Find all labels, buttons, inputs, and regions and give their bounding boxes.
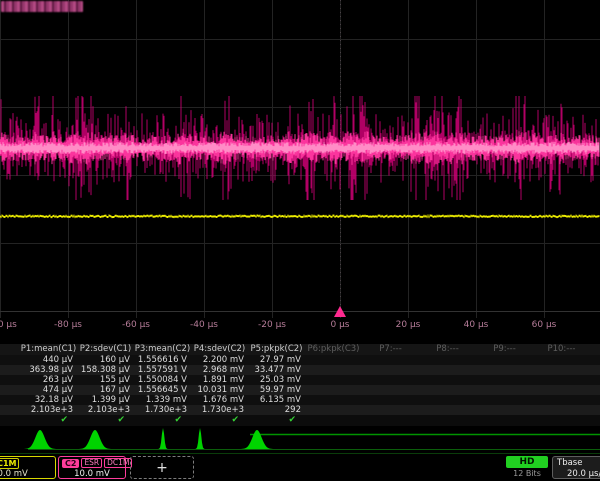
measure-value-cell: 1.339 mV: [134, 395, 191, 405]
measure-value-cell: 160 µV: [77, 355, 134, 365]
measure-stat-row: 32.18 µV1.399 µV1.339 mV1.676 mV6.135 mV: [0, 395, 600, 405]
measure-param-header-1[interactable]: P1:mean(C1): [20, 344, 77, 355]
histicon-shape: [24, 430, 56, 449]
measure-status-check-icon: ✔: [77, 415, 134, 426]
measure-stat-row: 363.98 µV158.308 µV1.557591 V2.968 mV33.…: [0, 365, 600, 375]
measure-param-header-7[interactable]: P7:---: [362, 344, 419, 355]
measure-param-header-4[interactable]: P4:sdev(C2): [191, 344, 248, 355]
histicon-p1[interactable]: [24, 430, 56, 449]
measure-value-cell: 1.557591 V: [134, 365, 191, 375]
measure-param-header-6[interactable]: P6:pkpk(C3): [305, 344, 362, 355]
measure-value-cell: 32.18 µV: [20, 395, 77, 405]
channel-c2-descriptor[interactable]: C2 ESRDC1M 10.0 mV: [58, 456, 126, 479]
histicon-shape: [79, 430, 111, 449]
waveform-plot: [0, 0, 600, 318]
time-tick-label: 0 µs: [330, 320, 349, 330]
c1-trace: [0, 215, 599, 219]
histicon-p3[interactable]: [157, 428, 169, 449]
hd-mode-badge[interactable]: HD: [506, 456, 548, 468]
measure-stat-row: 474 µV167 µV1.556645 V10.031 mV59.97 mV: [0, 385, 600, 395]
measure-status-check-icon: ✔: [20, 415, 77, 426]
measure-value-cell: 10.031 mV: [191, 385, 248, 395]
measure-param-header-9[interactable]: P9:---: [476, 344, 533, 355]
measure-value-cell: 155 µV: [77, 375, 134, 385]
time-tick-label: -20 µs: [258, 320, 286, 330]
c1-coupling-badge: DC1M: [0, 458, 19, 469]
measure-value-cell: 1.399 µV: [77, 395, 134, 405]
channel-c1-descriptor[interactable]: C1 DC1M 10.0 mV: [0, 456, 56, 479]
measure-param-header-10[interactable]: P10:---: [533, 344, 590, 355]
measure-value-cell: 1.550084 V: [134, 375, 191, 385]
measure-value-cell: 158.308 µV: [77, 365, 134, 375]
add-new-trace-button[interactable]: +: [130, 456, 194, 479]
time-tick-label: -80 µs: [54, 320, 82, 330]
measure-stat-row: 263 µV155 µV1.550084 V1.891 mV25.03 mV: [0, 375, 600, 385]
measure-param-header-2[interactable]: P2:sdev(C1): [77, 344, 134, 355]
histicon-shape: [157, 428, 169, 449]
measure-value-cell: 1.730e+3: [191, 405, 248, 415]
measure-value-cell: 1.556616 V: [134, 355, 191, 365]
measure-value-cell: 1.556645 V: [134, 385, 191, 395]
histicon-strip: [0, 426, 600, 453]
measure-param-header-11[interactable]: P11:---: [590, 344, 600, 355]
waveform-grid-area: [0, 0, 600, 318]
time-axis: -100 µs -80 µs -60 µs -40 µs -20 µs 0 µs 20 µs…: [0, 318, 600, 334]
measure-value-cell: 2.200 mV: [191, 355, 248, 365]
plus-icon: +: [131, 459, 193, 477]
measure-value-cell: 27.97 mV: [248, 355, 305, 365]
time-tick-label: -60 µs: [122, 320, 150, 330]
histicon-p5[interactable]: [241, 430, 273, 449]
measure-value-cell: 33.477 mV: [248, 365, 305, 375]
measure-param-header-8[interactable]: P8:---: [419, 344, 476, 355]
timebase-descriptor[interactable]: Tbase 0 µs 20.0 µs/div: [552, 456, 600, 479]
measure-value-cell: 1.676 mV: [191, 395, 248, 405]
measure-value-cell: 59.97 mV: [248, 385, 305, 395]
adc-bits-label: 12 Bits: [506, 469, 548, 478]
measure-value-cell: 167 µV: [77, 385, 134, 395]
c2-badge-esr: ESR: [81, 458, 102, 468]
c2-badge-dc1m: DC1M: [104, 458, 132, 468]
measure-value-cell: 440 µV: [20, 355, 77, 365]
measure-status-row: ✔✔✔✔✔: [0, 415, 600, 426]
c2-vdiv-value: 10.0 mV: [59, 469, 125, 479]
histicon-p4[interactable]: [194, 428, 206, 449]
time-tick-label: -40 µs: [190, 320, 218, 330]
measure-value-cell: 474 µV: [20, 385, 77, 395]
measurement-table: P1:mean(C1)P2:sdev(C1)P3:mean(C2)P4:sdev…: [0, 344, 600, 426]
measure-status-check-icon: ✔: [248, 415, 305, 426]
measure-status-check-icon: ✔: [134, 415, 191, 426]
measure-value-cell: 2.103e+3: [20, 405, 77, 415]
measure-value-cell: 363.98 µV: [20, 365, 77, 375]
top-left-trace-label: [1, 1, 83, 12]
measure-value-cell: 6.135 mV: [248, 395, 305, 405]
tbase-scale-value: 20.0 µs/div: [567, 469, 600, 479]
measure-stat-row: 2.103e+32.103e+31.730e+31.730e+3292: [0, 405, 600, 415]
measure-value-cell: 25.03 mV: [248, 375, 305, 385]
measure-value-cell: 292: [248, 405, 305, 415]
time-tick-label: 40 µs: [464, 320, 489, 330]
c1-vdiv-value: 10.0 mV: [0, 469, 55, 479]
histicon-shape: [241, 430, 273, 449]
measure-value-cell: 1.730e+3: [134, 405, 191, 415]
time-tick-label: 20 µs: [396, 320, 421, 330]
c2-label: C2: [62, 459, 79, 468]
measure-stat-row: 440 µV160 µV1.556616 V2.200 mV27.97 mV: [0, 355, 600, 365]
measure-value-cell: 2.968 mV: [191, 365, 248, 375]
measure-param-header-5[interactable]: P5:pkpk(C2): [248, 344, 305, 355]
measure-header-row: P1:mean(C1)P2:sdev(C1)P3:mean(C2)P4:sdev…: [0, 344, 600, 355]
measure-value-cell: 1.891 mV: [191, 375, 248, 385]
measure-value-cell: 2.103e+3: [77, 405, 134, 415]
histicon-shape: [194, 428, 206, 449]
time-tick-label: 60 µs: [532, 320, 557, 330]
measure-value-cell: 263 µV: [20, 375, 77, 385]
measure-status-check-icon: ✔: [191, 415, 248, 426]
tbase-label: Tbase: [557, 458, 582, 468]
bottom-toolbar: C1 DC1M 10.0 mV C2 ESRDC1M 10.0 mV + HD …: [0, 453, 600, 481]
time-tick-label: -100 µs: [0, 320, 17, 330]
measure-param-header-3[interactable]: P3:mean(C2): [134, 344, 191, 355]
histicon-p2[interactable]: [79, 430, 111, 449]
